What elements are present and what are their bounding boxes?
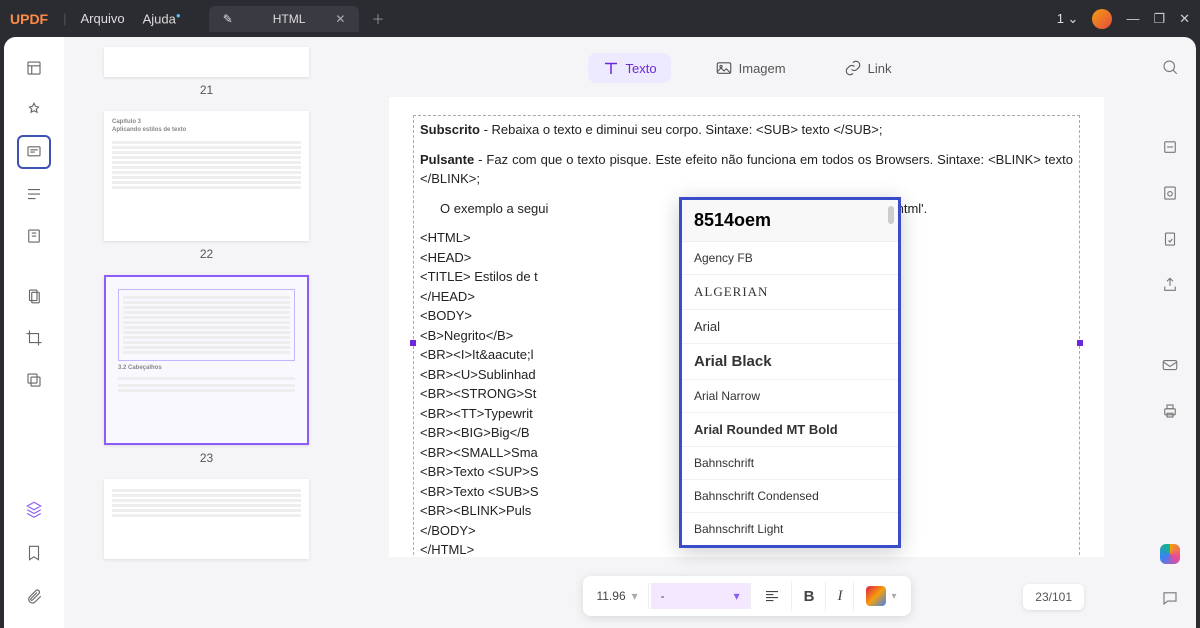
color-picker-button[interactable]: ▾ — [855, 580, 906, 612]
thumbnail-22[interactable]: Capítulo 3 Aplicando estilos de texto — [104, 111, 309, 241]
italic-button[interactable]: I — [827, 582, 853, 611]
image-tool-button[interactable]: Imagem — [701, 53, 800, 83]
format-toolbar: 11.96 ▾ -▾ B I ▾ — [582, 576, 910, 616]
close-window-icon[interactable]: ✕ — [1179, 11, 1190, 27]
font-option[interactable]: Arial Rounded MT Bold — [682, 412, 898, 446]
save-icon[interactable] — [1154, 177, 1186, 209]
close-icon[interactable]: ✕ — [335, 12, 345, 26]
thumbnails-icon[interactable] — [17, 51, 51, 85]
tab-icon: ✎ — [223, 12, 233, 26]
bold-button[interactable]: B — [794, 582, 826, 611]
scrollbar-thumb[interactable] — [888, 206, 894, 224]
minimize-icon[interactable]: — — [1126, 11, 1139, 27]
thumb-label: 21 — [104, 83, 309, 97]
attachment-icon[interactable] — [17, 580, 51, 614]
apps-icon[interactable] — [1154, 538, 1186, 570]
user-avatar[interactable] — [1092, 9, 1112, 29]
right-rail — [1144, 37, 1196, 628]
font-option[interactable]: Arial Narrow — [682, 379, 898, 412]
crop-icon[interactable] — [17, 321, 51, 355]
font-option[interactable]: Bahnschrift Light — [682, 512, 898, 545]
share-icon[interactable] — [1154, 269, 1186, 301]
document-tab[interactable]: ✎ HTML ✕ — [209, 6, 360, 32]
mail-icon[interactable] — [1154, 349, 1186, 381]
edit-tool-icon[interactable] — [17, 219, 51, 253]
maximize-icon[interactable]: ❐ — [1153, 11, 1165, 27]
thumbnail-panel: 21 Capítulo 3 Aplicando estilos de texto… — [64, 37, 349, 628]
thumbnail-23[interactable]: 3.2 Cabeçalhos — [104, 275, 309, 445]
font-option[interactable]: Bahnschrift — [682, 446, 898, 479]
content-area: Texto Imagem Link Subscrito - Rebaixa o … — [349, 37, 1144, 628]
font-dropdown-header: 8514oem — [682, 200, 898, 241]
search-icon[interactable] — [1154, 51, 1186, 83]
titlebar: UPDF | Arquivo Ajuda● ✎ HTML ✕ ＋ 1 ⌄ — ❐… — [0, 0, 1200, 37]
page-counter[interactable]: 23/101 — [1023, 584, 1084, 610]
bookmark-icon[interactable] — [17, 536, 51, 570]
app-logo: UPDF — [10, 11, 48, 27]
divider: | — [63, 11, 66, 26]
link-tool-button[interactable]: Link — [830, 53, 906, 83]
thumb-label: 22 — [104, 247, 309, 261]
menu-file[interactable]: Arquivo — [81, 11, 125, 26]
layers-icon[interactable] — [17, 492, 51, 526]
font-option[interactable]: ALGERIAN — [682, 274, 898, 309]
top-toolbar: Texto Imagem Link — [349, 47, 1144, 97]
font-option[interactable]: Bahnschrift Condensed — [682, 479, 898, 512]
outline-icon[interactable] — [17, 177, 51, 211]
font-option[interactable]: Arial Black — [682, 343, 898, 379]
left-rail — [4, 37, 64, 628]
thumbnail-21[interactable] — [104, 47, 309, 77]
ocr-icon[interactable] — [1154, 131, 1186, 163]
print-icon[interactable] — [1154, 395, 1186, 427]
font-option[interactable]: Arial — [682, 309, 898, 343]
bookmark-tool-icon[interactable] — [17, 93, 51, 127]
pages-icon[interactable] — [17, 279, 51, 313]
font-option[interactable]: Agency FB — [682, 241, 898, 274]
thumb-label: 23 — [104, 451, 309, 465]
add-tab-button[interactable]: ＋ — [371, 9, 384, 28]
tab-title: HTML — [273, 12, 306, 26]
font-dropdown[interactable]: 8514oem Agency FBALGERIANArialArial Blac… — [679, 197, 901, 548]
thumbnail-24[interactable] — [104, 479, 309, 559]
font-size-selector[interactable]: 11.96 ▾ — [586, 583, 648, 609]
comment-tool-icon[interactable] — [17, 135, 51, 169]
trial-indicator[interactable]: 1 ⌄ — [1057, 11, 1079, 27]
protect-icon[interactable] — [1154, 223, 1186, 255]
menu-help[interactable]: Ajuda● — [143, 11, 181, 26]
font-family-selector[interactable]: -▾ — [651, 583, 751, 609]
layers-tool-icon[interactable] — [17, 363, 51, 397]
text-tool-button[interactable]: Texto — [588, 53, 671, 83]
align-button[interactable] — [753, 581, 792, 611]
chat-icon[interactable] — [1154, 582, 1186, 614]
